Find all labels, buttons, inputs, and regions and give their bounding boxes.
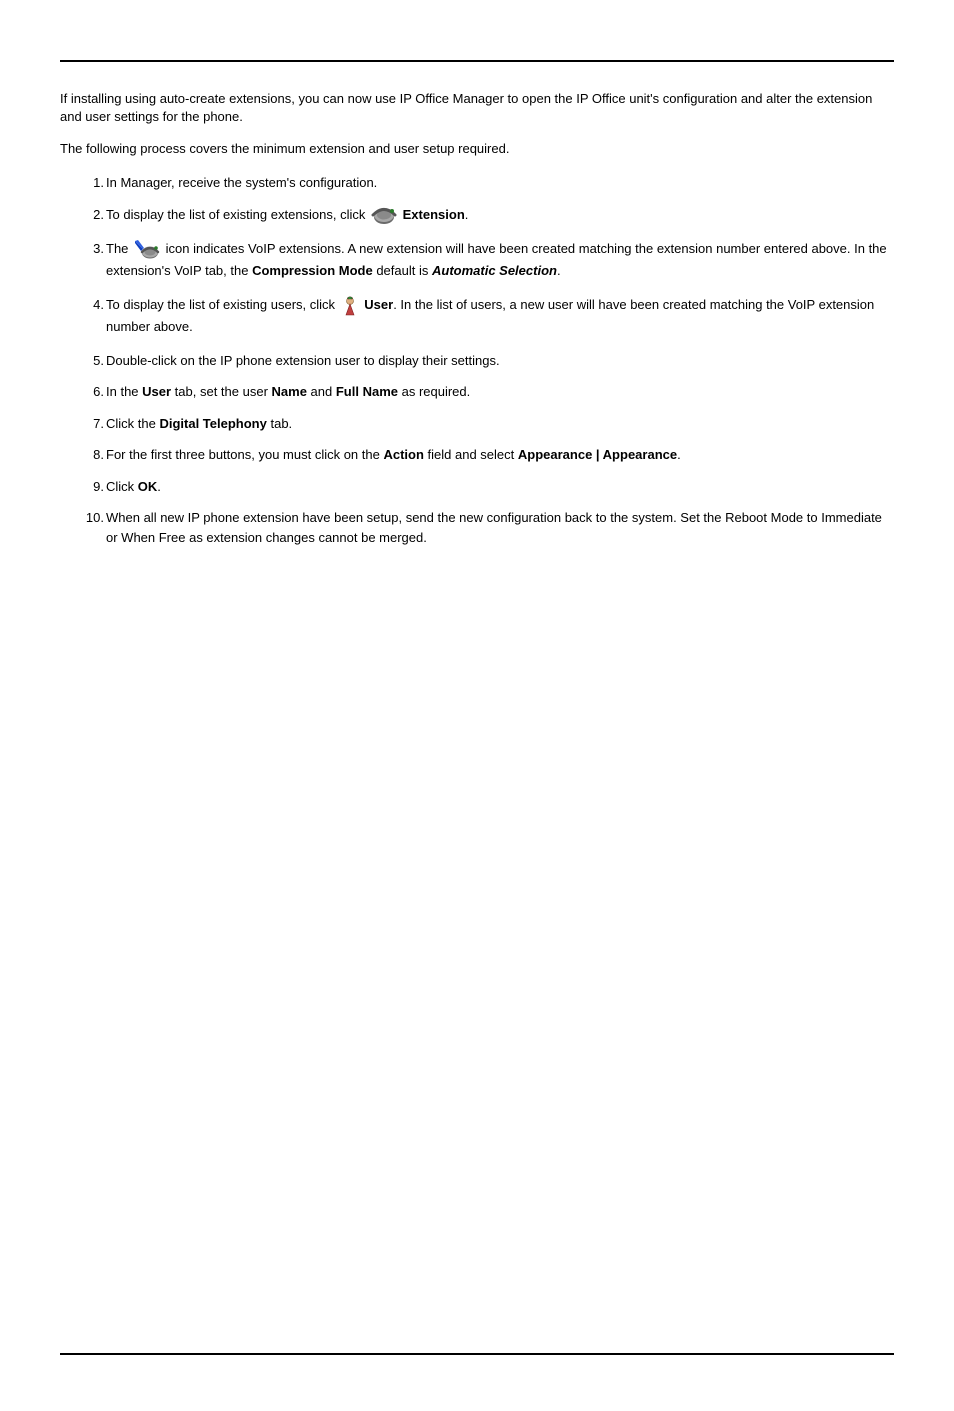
step-text-a: For the first three buttons, you must cl… xyxy=(106,447,383,462)
step-text: In Manager, receive the system's configu… xyxy=(106,175,377,190)
step-text-c: . xyxy=(157,479,161,494)
step-text-e: and xyxy=(307,384,336,399)
step-6: In the User tab, set the user Name and F… xyxy=(106,382,894,402)
step-text-a: The xyxy=(106,241,132,256)
step-8: For the first three buttons, you must cl… xyxy=(106,445,894,465)
step-text-c: tab. xyxy=(267,416,292,431)
step-text-d: default is xyxy=(376,263,432,278)
intro-paragraph-2: The following process covers the minimum… xyxy=(60,140,894,158)
step-text-a: In the xyxy=(106,384,142,399)
step-text-c: tab, set the user xyxy=(171,384,271,399)
procedure-steps: In Manager, receive the system's configu… xyxy=(60,173,894,547)
step-2: To display the list of existing extensio… xyxy=(106,204,894,226)
name-label: Name xyxy=(272,384,307,399)
footer-rule xyxy=(60,1353,894,1355)
full-name-label: Full Name xyxy=(336,384,398,399)
step-text-e: . xyxy=(677,447,681,462)
step-3: The icon indicates VoIP extensions. A ne… xyxy=(106,238,894,282)
action-label: Action xyxy=(383,447,423,462)
user-icon xyxy=(341,296,359,316)
document-page: If installing using auto-create extensio… xyxy=(0,60,954,1411)
step-text: Double-click on the IP phone extension u… xyxy=(106,353,500,368)
extension-label: Extension xyxy=(403,207,465,222)
step-text-g: as required. xyxy=(398,384,470,399)
step-text-a: Click the xyxy=(106,416,159,431)
step-text-c: field and select xyxy=(424,447,518,462)
appearance-label: Appearance | Appearance xyxy=(518,447,677,462)
step-text-c: . xyxy=(465,207,469,222)
step-9: Click OK. xyxy=(106,477,894,497)
step-10: When all new IP phone extension have bee… xyxy=(106,508,894,547)
step-7: Click the Digital Telephony tab. xyxy=(106,414,894,434)
intro-paragraph-1: If installing using auto-create extensio… xyxy=(60,90,894,126)
step-1: In Manager, receive the system's configu… xyxy=(106,173,894,193)
step-4: To display the list of existing users, c… xyxy=(106,294,894,338)
header-rule xyxy=(60,60,894,62)
extension-icon xyxy=(371,206,397,226)
compression-mode-label: Compression Mode xyxy=(252,263,373,278)
step-text-a: To display the list of existing users, c… xyxy=(106,297,339,312)
step-text-a: Click xyxy=(106,479,138,494)
voip-extension-icon xyxy=(134,240,160,260)
digital-telephony-label: Digital Telephony xyxy=(159,416,266,431)
step-text-a: To display the list of existing extensio… xyxy=(106,207,369,222)
step-5: Double-click on the IP phone extension u… xyxy=(106,351,894,371)
step-text: When all new IP phone extension have bee… xyxy=(106,510,882,545)
automatic-selection-label: Automatic Selection xyxy=(432,263,557,278)
ok-label: OK xyxy=(138,479,158,494)
step-text-f: . xyxy=(557,263,561,278)
user-label: User xyxy=(364,297,393,312)
user-tab-label: User xyxy=(142,384,171,399)
